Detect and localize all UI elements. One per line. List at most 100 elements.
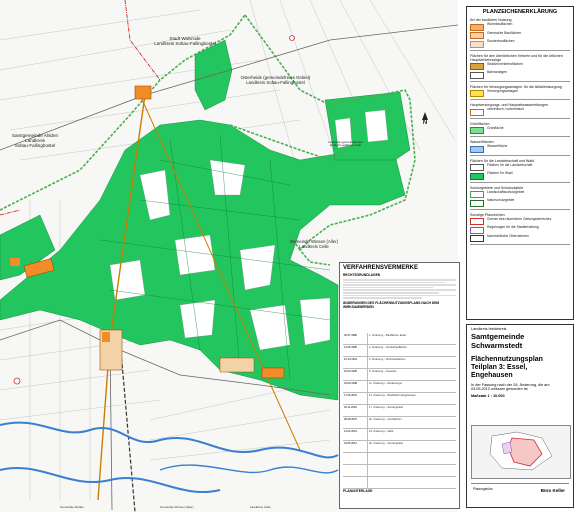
legend-swatch	[470, 108, 484, 116]
procedure-title: VERFAHRENSVERMERKE	[343, 265, 419, 271]
legend-item-label: Bahnanlagen	[487, 70, 507, 74]
legend-swatch	[470, 226, 484, 234]
changes-table-row	[343, 465, 456, 477]
legend-swatch	[470, 71, 484, 79]
change-date: 17.06.2001	[343, 393, 368, 404]
procedure-footer: PLANUNTERLAGE	[343, 489, 373, 493]
change-description: 17. Änderung – Sondergebiet	[369, 406, 403, 409]
legend-item-label: Gemischte Bauflächen	[487, 30, 522, 35]
legend-item: Wohnbauflächen	[470, 22, 570, 31]
legend-section-heading: Grünflächen	[470, 121, 490, 126]
legend-item: Flächen für Wald	[470, 171, 570, 180]
legend-swatch	[470, 235, 484, 242]
label-stadt-walsrode: Stadt Walsrode Landkreis Soltau-Fallingb…	[154, 36, 216, 47]
legend-swatch	[470, 145, 484, 153]
scale-label: Maßstab 1 : 10.000	[471, 394, 505, 399]
change-description: 20. Änderung – Grünflächen	[369, 418, 402, 421]
changes-table-row: 12.02.2010 23. Änderung – Wald	[343, 429, 456, 441]
legend-item-label: Flächen für Wald	[487, 171, 513, 175]
changes-table-row: 02.07.1980 1. Änderung – Bauflächen Essel	[343, 333, 456, 345]
change-description: 26. Änderung – Sondergebiet	[369, 442, 403, 445]
municipality-name: Samtgemeinde Schwarmstedt	[471, 332, 525, 350]
overview-map-inset	[471, 425, 571, 479]
legend-item: Versorgungsanlagen	[470, 88, 570, 97]
plan-title: Flächennutzungsplan Teilplan 3: Essel, E…	[471, 356, 569, 380]
legend-swatch	[470, 127, 484, 134]
firm-logo: Büro Keller	[540, 488, 565, 493]
legend-item-label: Grünfläche	[487, 125, 504, 130]
legend-swatch	[470, 218, 484, 225]
legend-section-heading: Flächen für Versorgungsanlagen, für die …	[470, 84, 562, 89]
legend-item-label: Straßenverkehrsflächen	[487, 61, 523, 66]
bottom-label: Landkreis Celle	[250, 505, 271, 509]
legend-item: oberirdisch / unterirdisch	[470, 107, 570, 116]
legend-item-label: Nachrichtliche Übernahmen	[487, 233, 529, 238]
legend-item: Sonderbauflächen	[470, 39, 570, 48]
legend-item: Regelungen für die Stadterhaltung	[470, 225, 570, 234]
legend-item: Flächen für die Landwirtschaft	[470, 163, 570, 171]
changes-table-row: 22.03.1995 8. Änderung – Gewerbe	[343, 369, 456, 381]
legend-item: Naturschutzgebiet	[470, 198, 570, 207]
legend-section-heading: Schutzgebiete und Schutzobjekte	[470, 185, 524, 190]
changes-table-row: 10.10.1991 5. Änderung – Wohnbauflächen	[343, 357, 456, 369]
bottom-label: Gemeinde Ahlden	[60, 505, 84, 509]
change-date: 04.09.1998	[343, 381, 368, 392]
changes-table-row: 03.05.2012 26. Änderung – Sondergebiet	[343, 441, 456, 453]
legend-swatch	[470, 23, 484, 31]
changes-table-row	[343, 477, 456, 489]
legend-section-heading: Wasserflächen	[470, 140, 494, 144]
bottom-label: Gemeinde Winsen (Aller)	[160, 505, 194, 509]
change-date: 12.02.2010	[343, 429, 368, 440]
validity-note-line2: 03.05.2012 wirksam geworden ist	[471, 387, 528, 392]
legend-swatch	[470, 63, 484, 70]
change-date: 14.05.1985	[343, 345, 368, 356]
procedure-notes-panel: VERFAHRENSVERMERKE RECHTSGRUNDLAGEN ÄNDE…	[339, 262, 460, 509]
legend-title: PLANZEICHENERKLÄRUNG	[482, 9, 558, 15]
legend-panel: PLANZEICHENERKLÄRUNG Art der baulichen N…	[466, 6, 574, 320]
label-osterheide: Osterheide (gemeindefreies Gebiet) Landk…	[240, 75, 311, 85]
legend-swatch	[470, 40, 484, 48]
change-date	[343, 453, 368, 464]
legend-item-label: Landschaftsschutzgebiet	[487, 189, 525, 194]
legend-item-label: Naturschutzgebiet	[487, 198, 515, 202]
change-date: 22.03.1995	[343, 369, 368, 380]
legend-body: Art der baulichen Nutzung Wohnbauflächen G…	[467, 18, 573, 245]
label-lohheide: Lohheide (gemeindefreies Gebiet) Landkre…	[328, 140, 363, 148]
change-date	[343, 477, 368, 488]
change-description: 14. Änderung – Bauflächen Engehausen	[369, 394, 416, 397]
legend-divider	[470, 80, 570, 82]
legend-divider	[470, 99, 570, 100]
legend-item-label: Regelungen für die Stadterhaltung	[487, 225, 539, 229]
procedure-text-filler	[343, 279, 456, 299]
changes-table-row: 04.09.1998 11. Änderung – Windenergie	[343, 381, 456, 393]
legend-item: Wasserfläche	[470, 144, 570, 153]
validity-note: In der Fassung nach der 26. Änderung, di…	[471, 383, 569, 391]
change-date	[343, 465, 368, 476]
legend-section-heading: Sonstige Planzeichen	[470, 212, 505, 217]
legend-swatch	[470, 172, 484, 180]
legend-divider	[470, 136, 570, 137]
legend-divider	[470, 49, 570, 51]
change-description: 11. Änderung – Windenergie	[369, 382, 402, 385]
change-description	[368, 453, 456, 464]
legend-swatch	[470, 90, 484, 97]
changes-table-row: 14.05.1985 2. Änderung – Sonderbauflächen	[343, 345, 456, 357]
label-samtgemeinde-ahlden: Samtgemeinde Ahlden Landkreis Soltau-Fal…	[11, 133, 59, 149]
change-description	[368, 465, 456, 476]
change-description: 1. Änderung – Bauflächen Essel	[369, 334, 407, 337]
legend-item: Bahnanlagen	[470, 70, 570, 79]
legend-divider	[470, 181, 570, 183]
change-date: 03.05.2012	[343, 441, 368, 452]
legend-item-label: Versorgungsanlagen	[487, 88, 519, 93]
change-date: 10.10.1991	[343, 357, 368, 368]
changes-table-row	[343, 453, 456, 465]
legend-item: Grenze des räumlichen Geltungsbereiches	[470, 217, 570, 225]
change-description: 8. Änderung – Gewerbe	[369, 370, 397, 373]
legend-item-label: Sonderbauflächen	[487, 39, 515, 43]
legend-divider	[470, 117, 570, 119]
firm-text: Planungsbüro	[473, 487, 493, 491]
legend-item: Landschaftsschutzgebiet	[470, 189, 570, 198]
county-name: Landkreis Heidekreis	[471, 327, 507, 331]
plan-title-line1: Flächennutzungsplan	[471, 356, 543, 363]
legend-item-label: oberirdisch / unterirdisch	[487, 107, 524, 111]
